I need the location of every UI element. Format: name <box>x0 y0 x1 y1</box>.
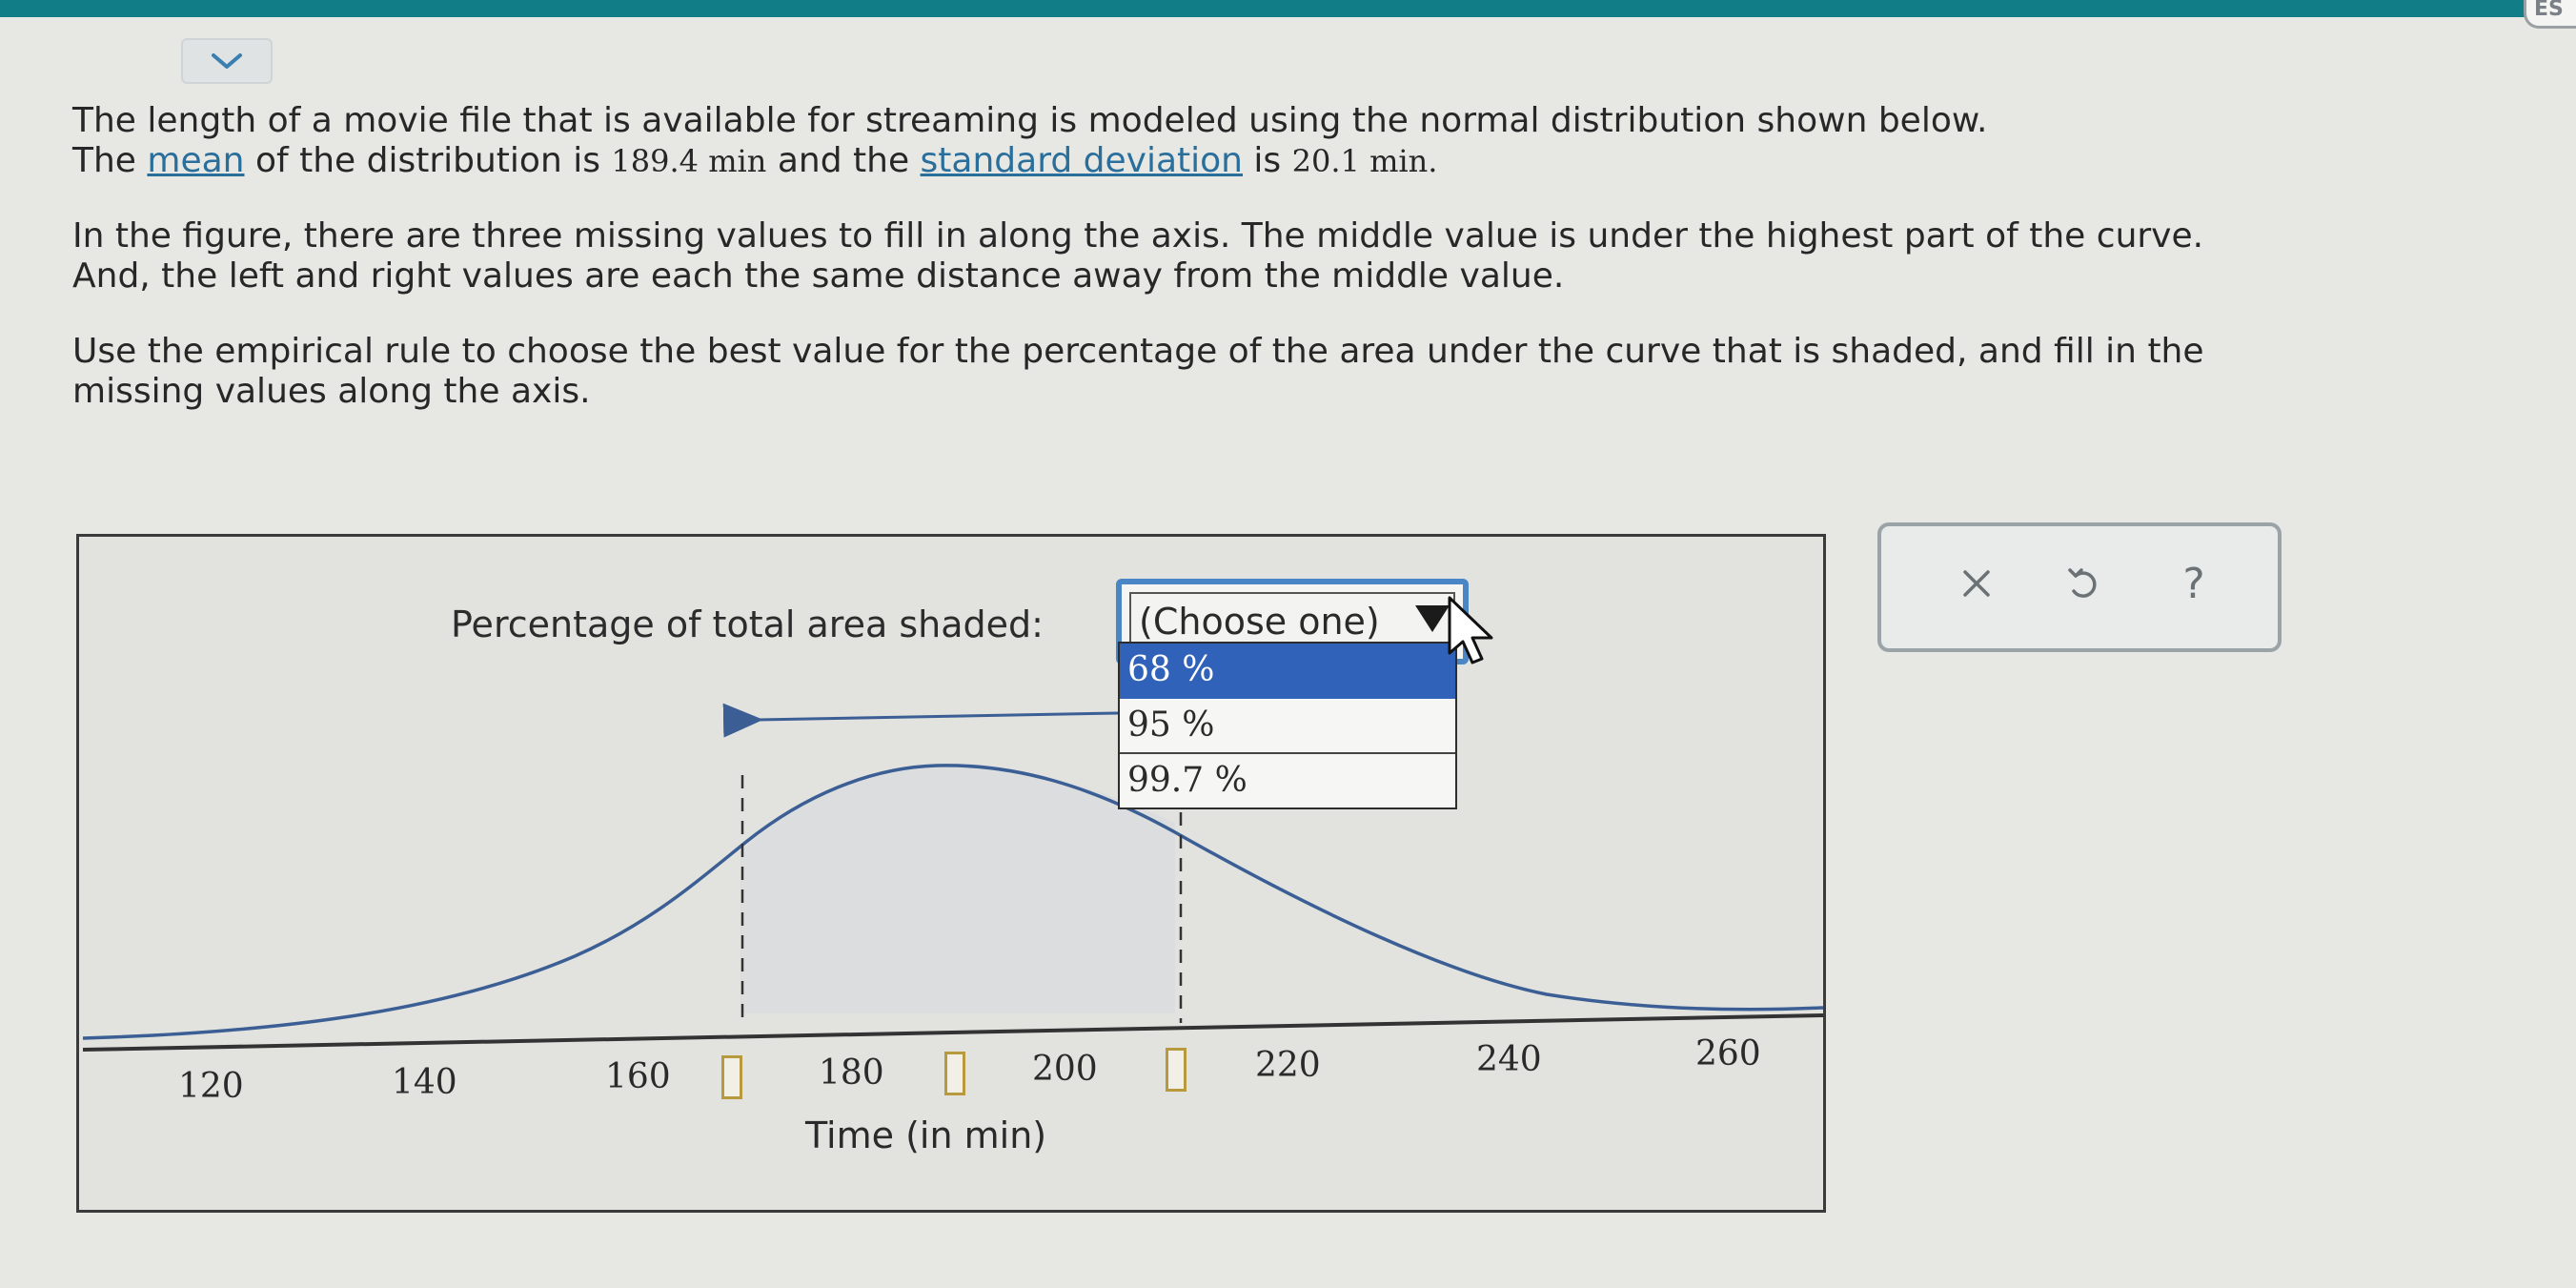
axis-title: Time (in min) <box>805 1114 1047 1156</box>
problem-text: is <box>1242 141 1292 181</box>
tick-label-240: 240 <box>1476 1040 1542 1079</box>
mean-unit: min <box>699 143 767 180</box>
clear-button[interactable] <box>1948 555 2005 612</box>
corner-button[interactable]: ES <box>2524 0 2576 29</box>
middle-value-input[interactable] <box>944 1052 965 1095</box>
tick-label-260: 260 <box>1695 1034 1761 1073</box>
problem-line-6: missing values along the axis. <box>72 372 591 412</box>
undo-button[interactable] <box>2055 555 2112 612</box>
tick-label-140: 140 <box>392 1063 457 1102</box>
chevron-down-icon <box>212 53 242 69</box>
problem-statement: The length of a movie file that is avail… <box>72 101 2512 447</box>
standard-deviation-link[interactable]: standard deviation <box>921 141 1243 180</box>
dropdown-arrow-icon[interactable] <box>1415 605 1450 632</box>
problem-line-1: The length of a movie file that is avail… <box>72 101 1988 140</box>
problem-line-3: In the figure, there are three missing v… <box>72 215 2204 256</box>
problem-line-5: Use the empirical rule to choose the bes… <box>72 331 2204 371</box>
right-value-input[interactable] <box>1166 1048 1187 1092</box>
sd-unit: min. <box>1359 143 1438 180</box>
close-icon <box>1963 570 1990 597</box>
collapse-toggle-button[interactable] <box>181 38 273 84</box>
option-68[interactable]: 68 % <box>1120 644 1455 699</box>
help-button[interactable]: ? <box>2165 555 2222 612</box>
left-arrow <box>722 703 1119 738</box>
top-bar <box>0 0 2576 17</box>
normal-distribution-graph: Percentage of total area shaded: (Choose… <box>76 534 1826 1213</box>
undo-icon <box>2068 568 2097 598</box>
tick-label-220: 220 <box>1255 1046 1321 1085</box>
mouse-pointer-icon <box>1448 596 1493 664</box>
left-value-input[interactable] <box>721 1055 742 1099</box>
tick-label-200: 200 <box>1032 1050 1098 1089</box>
mean-value: 189.4 <box>611 143 700 180</box>
tick-label-160: 160 <box>605 1057 671 1096</box>
option-99-7[interactable]: 99.7 % <box>1120 754 1455 808</box>
tick-label-120: 120 <box>178 1067 244 1106</box>
problem-text: and the <box>766 141 921 181</box>
percentage-options-list[interactable]: 68 % 95 % 99.7 % <box>1118 642 1457 809</box>
help-icon: ? <box>2182 559 2205 608</box>
problem-line-4: And, the left and right values are each … <box>72 256 1565 296</box>
answer-tools-panel: ? <box>1877 522 2282 652</box>
problem-text: of the distribution is <box>244 141 612 181</box>
mean-link[interactable]: mean <box>147 141 244 180</box>
percentage-shaded-label: Percentage of total area shaded: <box>451 603 1044 645</box>
tick-label-180: 180 <box>819 1053 884 1093</box>
axis-line <box>82 1013 1823 1052</box>
problem-text: The <box>72 141 148 181</box>
option-95[interactable]: 95 % <box>1120 699 1455 754</box>
sd-value: 20.1 <box>1291 143 1360 180</box>
